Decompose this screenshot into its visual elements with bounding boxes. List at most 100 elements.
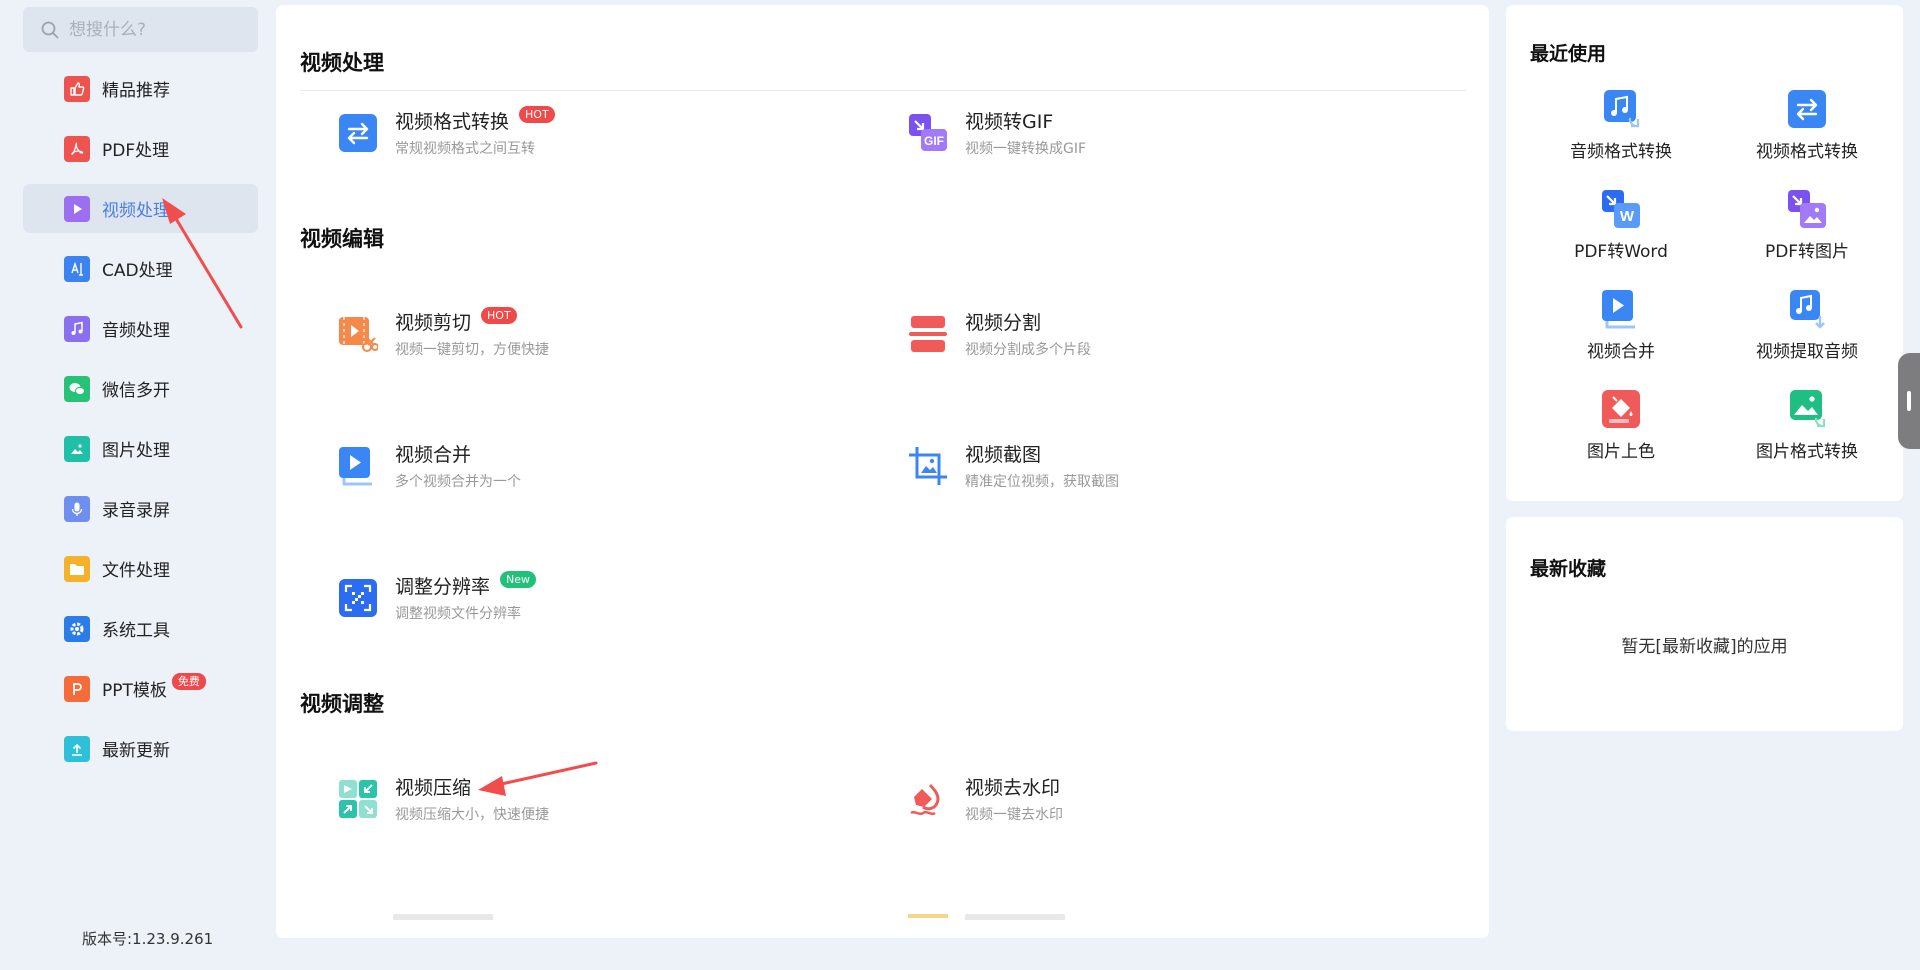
scissors-icon	[338, 314, 378, 354]
tool-name: 视频格式转换	[395, 111, 510, 133]
tool-row-cut-off	[965, 910, 1075, 920]
search-input[interactable]	[69, 19, 249, 40]
tool-video-split[interactable]: 视频分割 视频分割成多个片段	[908, 310, 1091, 359]
sidebar-item-ppt[interactable]: PPT模板 免费	[23, 664, 258, 713]
image-convert-icon	[1787, 389, 1827, 429]
tool-desc: 视频压缩大小，快速便捷	[395, 807, 549, 823]
recent-item-label: PDF转Word	[1574, 242, 1668, 262]
merge-video-icon	[338, 446, 378, 486]
sidebar-item-wechat[interactable]: 微信多开	[23, 364, 258, 413]
sidebar-item-label: 微信多开	[102, 381, 170, 401]
tool-name: 视频合并	[395, 444, 472, 466]
recent-title: 最近使用	[1530, 43, 1607, 65]
tool-desc: 视频一键去水印	[965, 807, 1063, 823]
tool-desc: 视频分割成多个片段	[965, 342, 1091, 358]
tool-name: 视频分割	[965, 312, 1042, 334]
recent-item-pdf-to-image[interactable]: PDF转图片	[1717, 189, 1897, 262]
hot-tag: HOT	[519, 105, 555, 123]
sidebar-item-label: 音频处理	[102, 321, 170, 341]
sidebar-item-recording[interactable]: 录音录屏	[23, 484, 258, 533]
tool-desc: 精准定位视频，获取截图	[965, 474, 1119, 490]
recent-item-extract-audio[interactable]: 视频提取音频	[1717, 289, 1897, 362]
main-panel: 视频处理 视频格式转换 HOT 常规视频格式之间互转 GIF 视频转GIF 视频一…	[276, 5, 1489, 938]
tool-video-cut[interactable]: 视频剪切 HOT 视频一键剪切，方便快捷	[338, 306, 549, 359]
recent-item-label: PDF转图片	[1764, 242, 1850, 262]
watermark-remove-icon	[908, 779, 948, 819]
recent-item-label: 视频提取音频	[1756, 342, 1858, 362]
sidebar: 精品推荐 PDF处理 视频处理 CAD处理 音频处理 微信多开	[0, 0, 272, 970]
merge-video-icon	[1601, 289, 1641, 329]
gif-icon: GIF	[908, 113, 948, 153]
tool-desc: 常规视频格式之间互转	[395, 141, 535, 157]
tool-desc: 视频一键剪切，方便快捷	[395, 342, 549, 358]
convert-arrows-icon	[1787, 89, 1827, 129]
paint-bucket-icon	[1601, 389, 1641, 429]
pdf-icon	[64, 135, 90, 162]
search-icon	[41, 21, 59, 38]
svg-text:GIF: GIF	[924, 134, 944, 148]
sidebar-item-label: 图片处理	[102, 441, 170, 461]
sidebar-item-label: 系统工具	[102, 621, 170, 641]
sidebar-item-label: PPT模板	[102, 681, 167, 701]
recent-item-video-merge[interactable]: 视频合并	[1531, 289, 1711, 362]
sidebar-item-label: 精品推荐	[102, 81, 170, 101]
gear-icon	[64, 615, 90, 642]
recent-item-label: 视频格式转换	[1756, 142, 1858, 162]
recent-item-label: 图片格式转换	[1756, 442, 1858, 462]
crop-image-icon	[908, 446, 948, 486]
wechat-icon	[64, 375, 90, 402]
tool-desc: 多个视频合并为一个	[395, 474, 521, 490]
sidebar-item-cad[interactable]: CAD处理	[23, 244, 258, 293]
favorites-empty-text: 暂无[最新收藏]的应用	[1621, 637, 1788, 657]
sidebar-item-audio[interactable]: 音频处理	[23, 304, 258, 353]
hot-tag: HOT	[481, 306, 517, 324]
split-icon	[908, 314, 948, 354]
tool-video-watermark-remove[interactable]: 视频去水印 视频一键去水印	[908, 775, 1063, 824]
tool-name: 视频截图	[965, 444, 1042, 466]
audio-convert-icon	[1601, 89, 1641, 129]
convert-arrows-icon	[338, 113, 378, 153]
section-title-video-processing: 视频处理	[300, 51, 384, 75]
search-box[interactable]	[23, 7, 258, 52]
tool-row-cut-off	[393, 910, 513, 920]
tool-video-compress[interactable]: 视频压缩 视频压缩大小，快速便捷	[338, 775, 549, 824]
section-title-video-adjust: 视频调整	[300, 692, 384, 716]
sidebar-item-recommend[interactable]: 精品推荐	[23, 64, 258, 113]
sidebar-item-image[interactable]: 图片处理	[23, 424, 258, 473]
tool-video-format-convert[interactable]: 视频格式转换 HOT 常规视频格式之间互转	[338, 105, 555, 158]
extract-audio-icon	[1787, 289, 1827, 329]
sidebar-item-video[interactable]: 视频处理	[23, 184, 258, 233]
recent-item-video-convert[interactable]: 视频格式转换	[1717, 89, 1897, 162]
free-badge: 免费	[171, 673, 206, 690]
recent-item-image-convert[interactable]: 图片格式转换	[1717, 389, 1897, 462]
sidebar-item-label: PDF处理	[102, 141, 170, 161]
resolution-icon	[338, 578, 378, 618]
svg-text:W: W	[1620, 208, 1635, 225]
side-scroll-handle[interactable]	[1898, 353, 1920, 449]
thumbs-up-icon	[64, 75, 90, 102]
tool-icon-cut-off	[908, 914, 948, 918]
favorites-title: 最新收藏	[1530, 558, 1607, 580]
music-note-icon	[64, 315, 90, 342]
sidebar-item-pdf[interactable]: PDF处理	[23, 124, 258, 173]
recent-item-pdf-to-word[interactable]: W PDF转Word	[1531, 189, 1711, 262]
upload-icon	[64, 735, 90, 762]
tool-video-merge[interactable]: 视频合并 多个视频合并为一个	[338, 442, 521, 491]
tool-adjust-resolution[interactable]: 调整分辨率 New 调整视频文件分辨率	[338, 570, 537, 623]
pdf-to-word-icon: W	[1601, 189, 1641, 229]
tool-video-to-gif[interactable]: GIF 视频转GIF 视频一键转换成GIF	[908, 109, 1086, 158]
recent-item-audio-convert[interactable]: 音频格式转换	[1531, 89, 1711, 162]
microphone-icon	[64, 495, 90, 522]
sidebar-item-file[interactable]: 文件处理	[23, 544, 258, 593]
recent-item-label: 音频格式转换	[1570, 142, 1672, 162]
sidebar-item-label: CAD处理	[102, 261, 173, 281]
tool-name: 调整分辨率	[395, 576, 491, 598]
video-play-icon	[64, 195, 90, 222]
cad-icon	[64, 255, 90, 282]
recent-item-image-colorize[interactable]: 图片上色	[1531, 389, 1711, 462]
sidebar-item-label: 最新更新	[102, 741, 170, 761]
tool-video-screenshot[interactable]: 视频截图 精准定位视频，获取截图	[908, 442, 1119, 491]
sidebar-item-system-tools[interactable]: 系统工具	[23, 604, 258, 653]
sidebar-item-latest-update[interactable]: 最新更新	[23, 724, 258, 773]
ppt-icon	[64, 675, 90, 702]
